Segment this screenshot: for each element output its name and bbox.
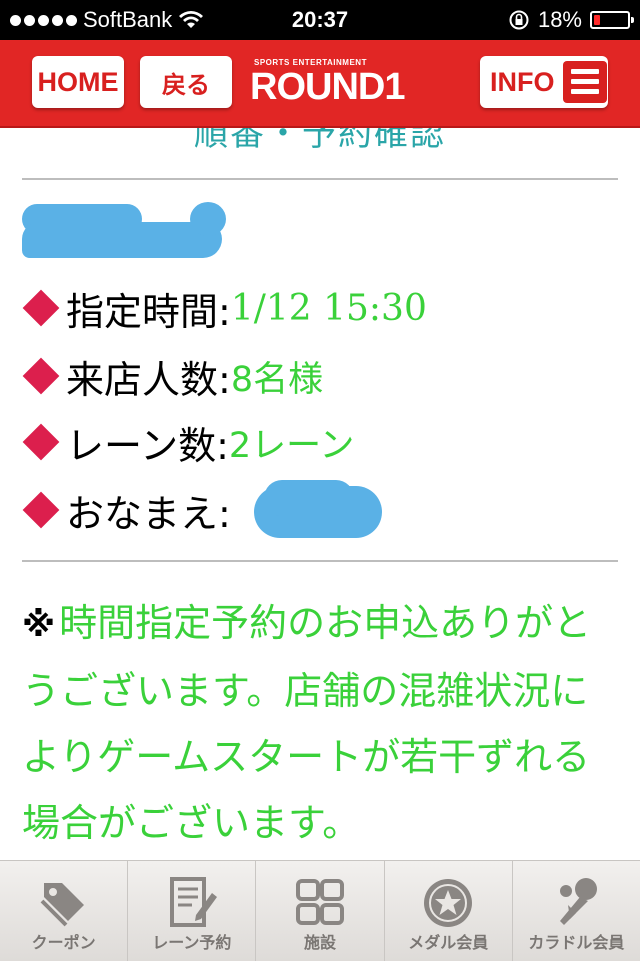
time-label: 指定時間: bbox=[66, 289, 231, 334]
bottom-tab-bar: クーポン レーン予約 施設 メダル会員 カラドル会員 bbox=[0, 860, 640, 961]
people-label: 来店人数: bbox=[66, 357, 231, 402]
status-left: SoftBank bbox=[10, 0, 204, 40]
tab-label: クーポン bbox=[31, 933, 96, 952]
wifi-icon bbox=[179, 11, 204, 28]
app-header: HOME 戻る SPORTS ENTERTAINMENT ROUND1 INFO bbox=[0, 40, 640, 128]
tab-label: メダル会員 bbox=[408, 933, 489, 952]
diamond-bullet-icon bbox=[22, 289, 60, 327]
redacted-customer-name bbox=[254, 480, 384, 540]
detail-row-time: 指定時間: 1/12 15:30 bbox=[22, 282, 427, 334]
time-value: 1/12 15:30 bbox=[230, 287, 427, 329]
reservation-form-icon bbox=[169, 877, 217, 927]
info-label: INFO bbox=[490, 66, 555, 97]
carrier-name: SoftBank bbox=[83, 7, 173, 32]
divider bbox=[22, 178, 618, 180]
round1-logo[interactable]: SPORTS ENTERTAINMENT ROUND1 bbox=[250, 52, 405, 114]
notice-text-block: ※ 時間指定予約のお申込ありがとうございます。店舗の混雑状況によりゲームスタートが… bbox=[22, 590, 622, 856]
rotation-lock-icon bbox=[509, 10, 529, 30]
tab-medal-member[interactable]: メダル会員 bbox=[385, 861, 513, 961]
status-bar: SoftBank 20:37 18% bbox=[0, 0, 640, 40]
facility-grid-icon bbox=[296, 879, 344, 925]
tab-facility[interactable]: 施設 bbox=[256, 861, 385, 961]
battery-icon bbox=[590, 11, 634, 29]
battery-percent: 18% bbox=[537, 7, 582, 32]
lanes-value: 2レーン bbox=[228, 425, 355, 466]
diamond-bullet-icon bbox=[22, 491, 60, 529]
logo-wordmark: ROUND1 bbox=[250, 66, 405, 108]
tab-karadol-member[interactable]: カラドル会員 bbox=[513, 861, 640, 961]
main-content: 順番・予約確認 指定時間: 1/12 15:30 来店人数: 8名様 レーン数:… bbox=[0, 128, 640, 860]
coupon-tag-icon bbox=[40, 883, 84, 927]
page-title: 順番・予約確認 bbox=[194, 128, 446, 154]
tab-label: 施設 bbox=[304, 933, 337, 952]
notice-mark: ※ bbox=[22, 605, 56, 645]
diamond-bullet-icon bbox=[22, 357, 60, 395]
notice-message: 時間指定予約のお申込ありがとうございます。店舗の混雑状況によりゲームスタートが若… bbox=[22, 601, 592, 845]
detail-row-name: おなまえ: bbox=[22, 484, 231, 536]
tab-label: カラドル会員 bbox=[528, 933, 625, 952]
back-button[interactable]: 戻る bbox=[140, 56, 232, 108]
lanes-label: レーン数: bbox=[66, 423, 229, 468]
people-value: 8名様 bbox=[230, 359, 324, 400]
divider bbox=[22, 560, 618, 562]
signal-dots-icon bbox=[10, 14, 77, 26]
karaoke-mic-icon bbox=[560, 878, 598, 925]
home-button[interactable]: HOME bbox=[32, 56, 124, 108]
medal-icon bbox=[424, 879, 473, 927]
diamond-bullet-icon bbox=[22, 423, 60, 461]
redacted-store-name bbox=[22, 202, 226, 260]
name-label: おなまえ: bbox=[66, 491, 231, 536]
status-right: 18% bbox=[508, 0, 634, 40]
battery-fill bbox=[594, 15, 600, 25]
tab-lane-reservation[interactable]: レーン予約 bbox=[128, 861, 257, 961]
hamburger-menu-icon bbox=[562, 61, 607, 103]
detail-row-people: 来店人数: 8名様 bbox=[22, 350, 323, 402]
tab-label: レーン予約 bbox=[152, 933, 232, 952]
detail-row-lanes: レーン数: 2レーン bbox=[22, 416, 354, 468]
info-menu-button[interactable]: INFO bbox=[480, 56, 608, 108]
tab-coupon[interactable]: クーポン bbox=[0, 861, 129, 961]
